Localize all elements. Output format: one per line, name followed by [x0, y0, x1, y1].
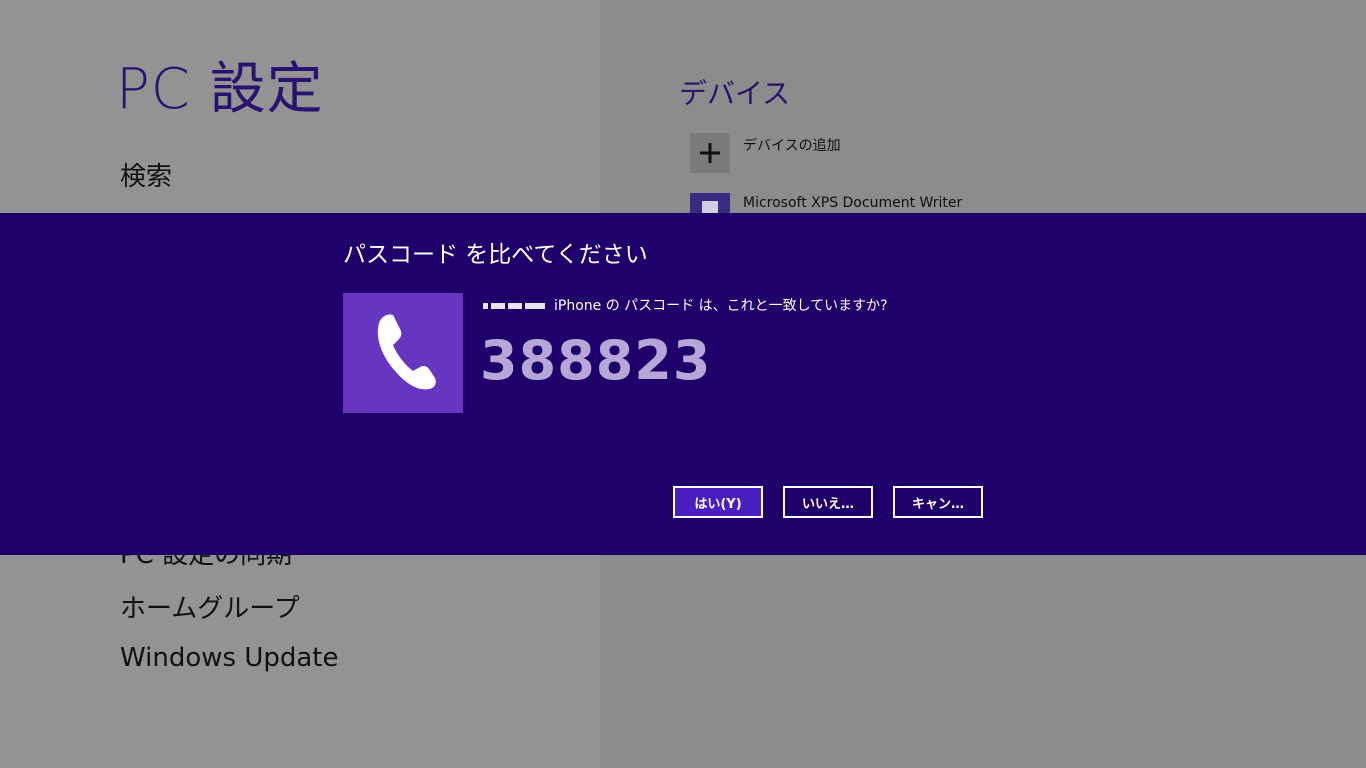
dialog-title: パスコード を比べてください — [343, 242, 648, 268]
nav-item-homegroup[interactable]: ホームグループ — [120, 588, 300, 625]
nav-item-search[interactable]: 検索 — [120, 156, 172, 193]
cancel-button[interactable]: キャン… — [893, 486, 983, 518]
redacted-device-name — [483, 298, 548, 314]
xps-writer-label[interactable]: Microsoft XPS Document Writer — [743, 195, 962, 211]
dialog-question: iPhone の パスコード は、これと一致していますか? — [483, 295, 888, 315]
nav-item-windows-update[interactable]: Windows Update — [120, 643, 339, 673]
screen: PC 設定 検索 PC 設定の同期 ホームグループ Windows Update… — [0, 0, 1366, 768]
passcode-dialog: パスコード を比べてください iPhone の パスコード は、これと一致してい… — [0, 213, 1366, 555]
plus-icon — [700, 143, 720, 163]
phone-icon — [377, 314, 436, 390]
passcode-value: 388823 — [480, 329, 712, 392]
page-title: PC 設定 — [116, 57, 324, 122]
add-device-label[interactable]: デバイスの追加 — [743, 135, 841, 155]
add-device-tile[interactable] — [690, 133, 730, 173]
yes-button[interactable]: はい(Y) — [673, 486, 763, 518]
phone-tile — [343, 293, 463, 413]
no-button[interactable]: いいえ… — [783, 486, 873, 518]
devices-section-title: デバイス — [679, 77, 791, 110]
dialog-question-text: iPhone の パスコード は、これと一致していますか? — [554, 298, 888, 314]
